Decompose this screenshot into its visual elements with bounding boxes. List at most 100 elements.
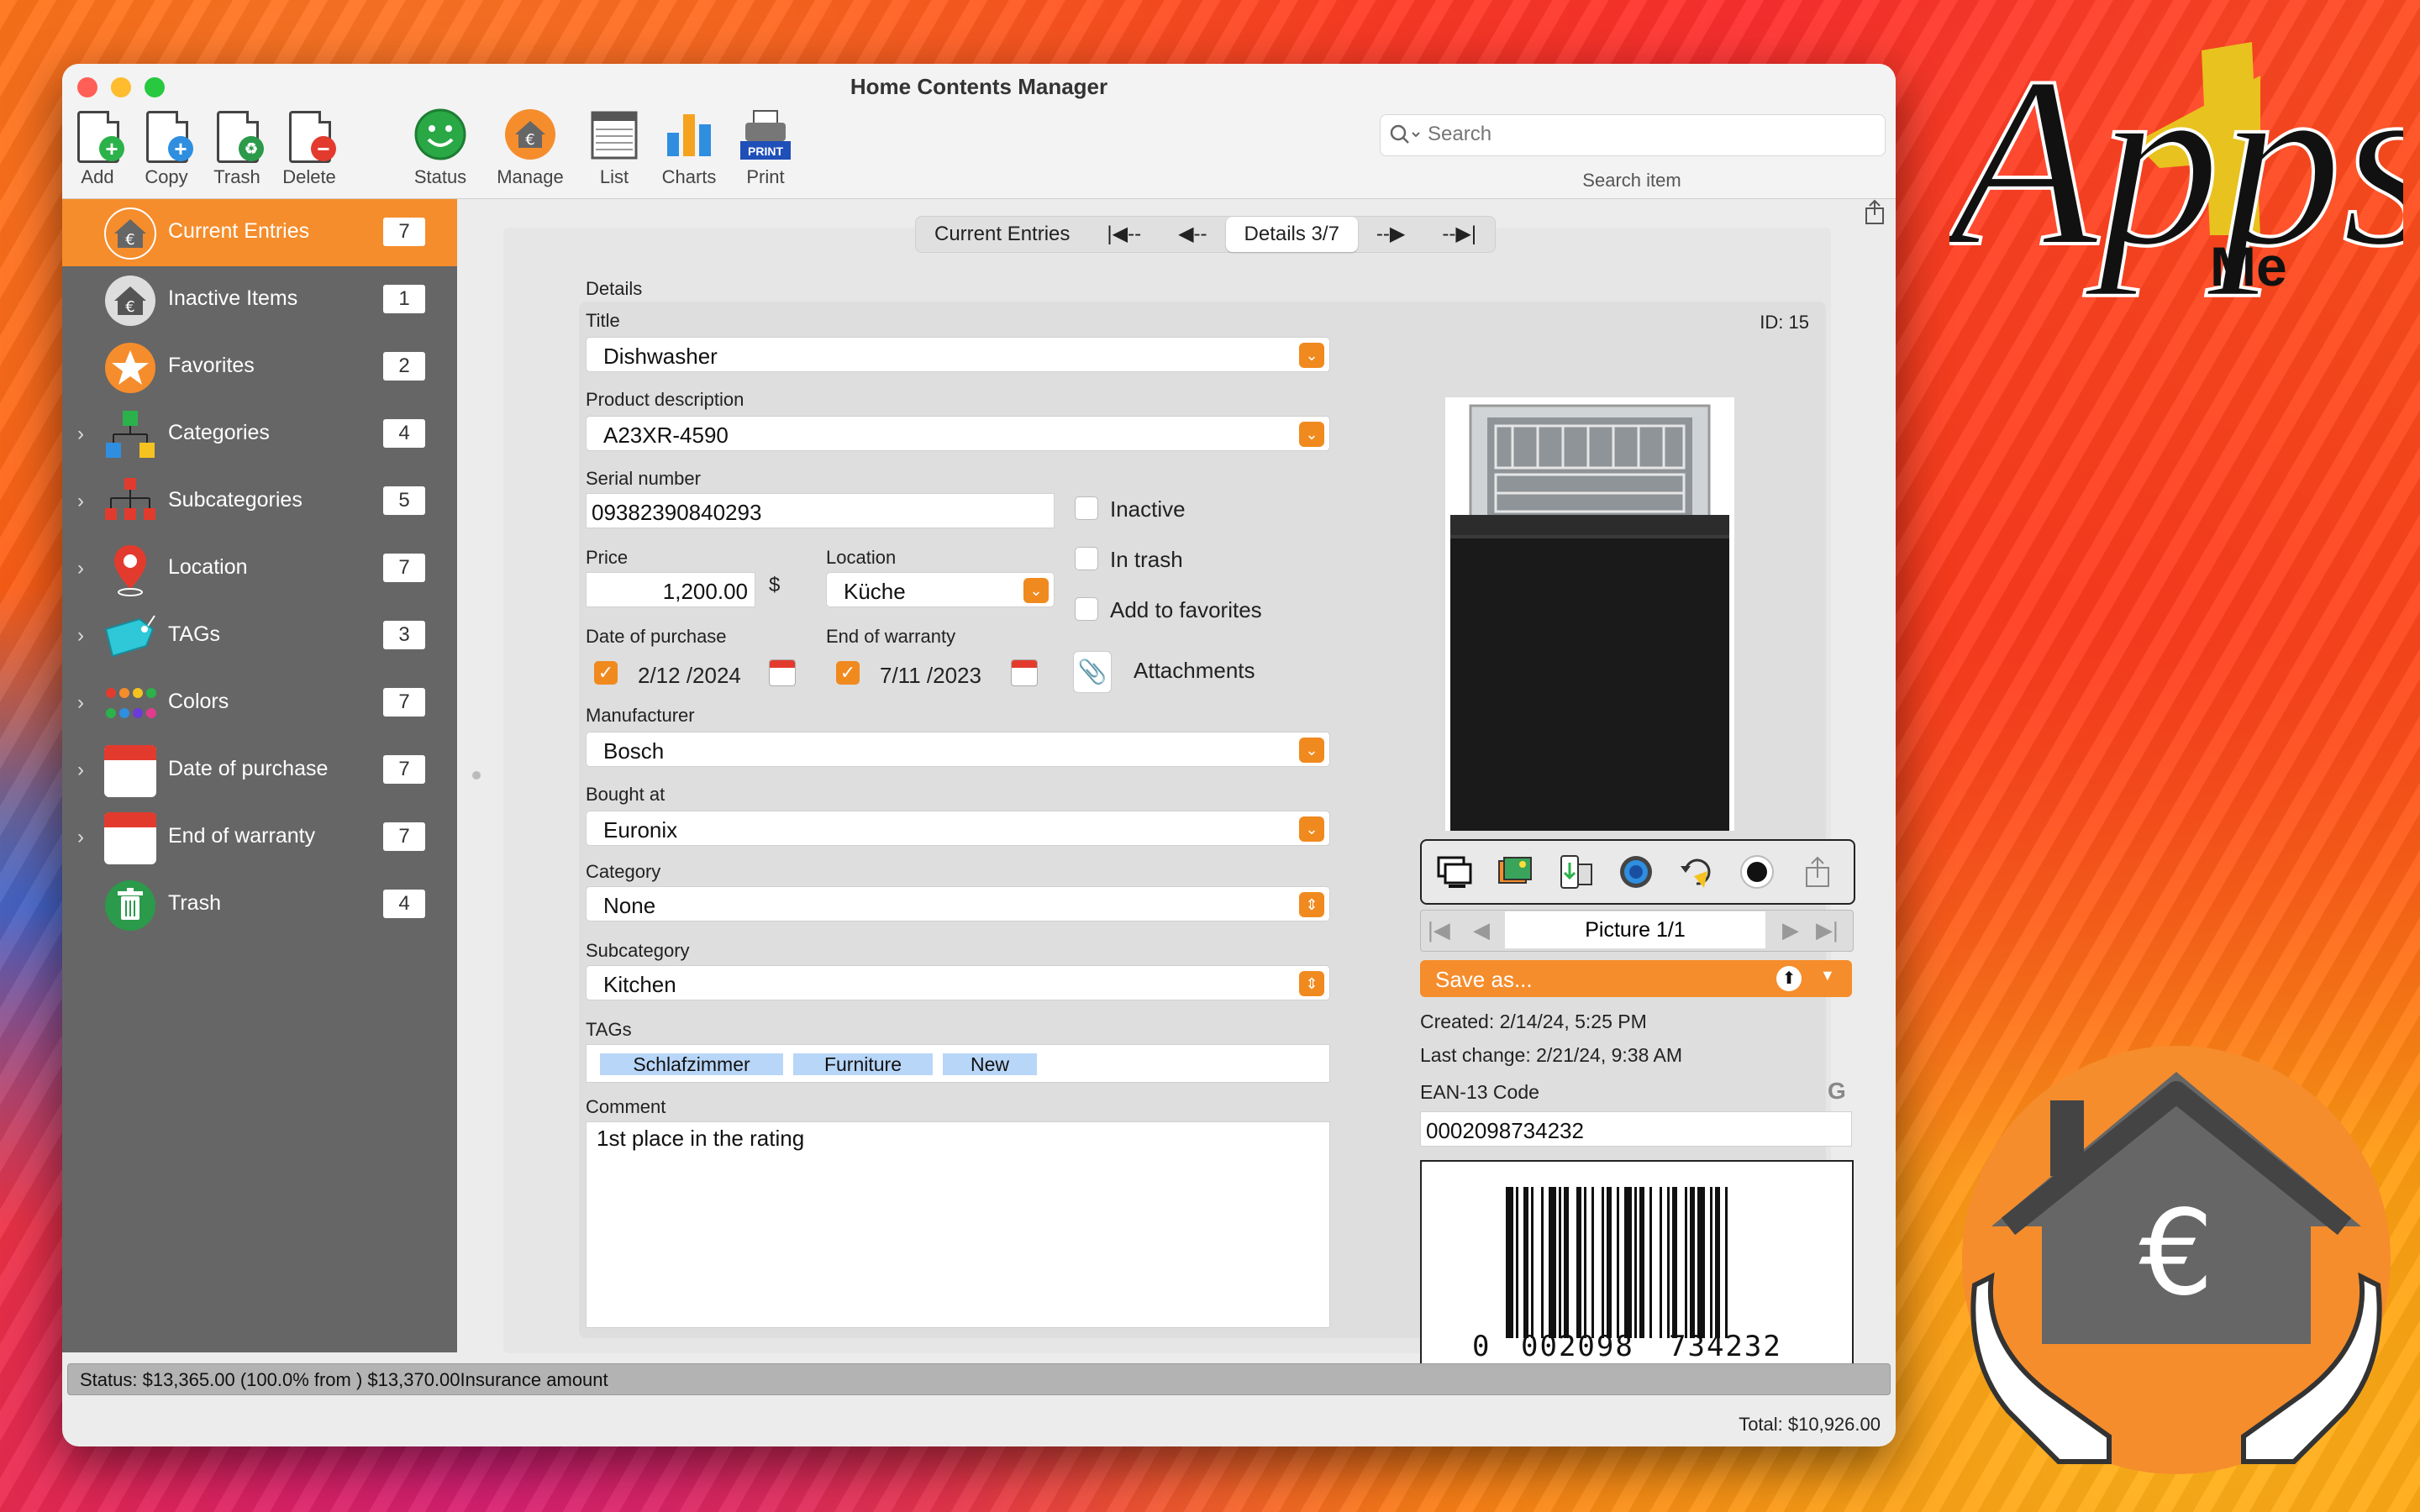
up-down-chevron-icon[interactable]: ⇕ [1299,971,1324,996]
inactive-checkbox[interactable] [1075,496,1098,520]
barcode-digits-left: 002098 [1521,1330,1634,1363]
ean-label: EAN-13 Code [1420,1081,1539,1103]
chevron-right-icon[interactable]: › [77,624,84,648]
chevron-right-icon[interactable]: › [77,691,84,715]
in-trash-checkbox[interactable] [1075,547,1098,570]
purchase-date-checkbox[interactable]: ✓ [594,661,618,685]
chevron-down-icon[interactable]: ⌄ [1299,738,1324,763]
subcategory-select[interactable]: Kitchen ⇕ [586,965,1330,1000]
chevron-right-icon[interactable]: › [77,759,84,782]
sidebar-item-categories[interactable]: › Categories 4 [62,401,457,468]
title-field[interactable]: Dishwasher ⌄ [586,337,1330,372]
rotate-icon[interactable] [1679,854,1714,890]
created-date: Created: 2/14/24, 5:25 PM [1420,1011,1647,1032]
sidebar-item-date-of-purchase[interactable]: › Date of purchase 7 [62,737,457,804]
trash-bin-icon [105,880,155,931]
sidebar-item-trash[interactable]: Trash 4 [62,871,457,938]
previous-picture-button[interactable]: ◀ [1473,917,1490,943]
location-select[interactable]: Küche ⌄ [826,572,1055,607]
bought-at-field[interactable]: Euronix ⌄ [586,811,1330,846]
comment-textarea[interactable]: 1st place in the rating [586,1121,1330,1328]
count-badge: 3 [383,621,425,649]
sidebar-item-tags[interactable]: › TAGs 3 [62,602,457,669]
sidebar-item-end-of-warranty[interactable]: › End of warranty 7 [62,804,457,871]
splitter-handle[interactable] [472,771,481,780]
delete-button[interactable]: − Delete [276,108,343,188]
status-button[interactable]: Status [407,108,474,188]
tag-chip[interactable]: Furniture [793,1053,933,1075]
tab-current-entries[interactable]: Current Entries [916,217,1088,252]
app-window: Home Contents Manager + Add + Copy ♻ Tra… [62,64,1896,1446]
trash-button[interactable]: ♻ Trash [207,108,267,188]
record-icon[interactable] [1739,854,1775,890]
share-icon[interactable] [1860,198,1889,227]
copy-button[interactable]: + Copy [136,108,197,188]
svg-text:€: € [525,131,534,149]
share-icon[interactable] [1800,854,1835,890]
tag-chip[interactable]: Schlafzimmer [600,1053,783,1075]
sidebar-item-inactive-items[interactable]: € Inactive Items 1 [62,266,457,333]
search-caption: Search item [1582,170,1681,191]
charts-button[interactable]: Charts [655,108,723,188]
first-record-button[interactable]: |◀-- [1088,217,1160,252]
sidebar-item-current-entries[interactable]: € Current Entries 7 [62,199,457,266]
chevron-down-icon[interactable]: ⌄ [1299,816,1324,842]
ean-code-input[interactable]: 0002098734232 [1420,1111,1852,1147]
calendar-icon[interactable] [769,659,796,686]
camera-lens-icon[interactable] [1618,854,1654,890]
serial-number-input[interactable]: 09382390840293 [586,493,1055,528]
add-button[interactable]: + Add [67,108,128,188]
manage-button[interactable]: € Manage [492,108,568,188]
previous-record-button[interactable]: ◀-- [1160,217,1225,252]
tab-details[interactable]: Details 3/7 [1225,217,1358,252]
add-to-favorites-checkbox[interactable] [1075,597,1098,621]
description-field[interactable]: A23XR-4590 ⌄ [586,416,1330,451]
category-select[interactable]: None ⇕ [586,886,1330,921]
next-record-button[interactable]: --▶ [1358,217,1423,252]
barcode: 0 002098 734232 [1420,1160,1854,1389]
chevron-right-icon[interactable]: › [77,557,84,580]
chevron-down-icon[interactable]: ⌄ [1299,343,1324,368]
sidebar-item-colors[interactable]: › Colors 7 [62,669,457,737]
calendar-icon [104,745,156,797]
google-icon[interactable]: G [1828,1078,1846,1105]
sidebar-item-location[interactable]: › Location 7 [62,535,457,602]
window-title: Home Contents Manager [850,74,1108,99]
photos-icon[interactable] [1497,854,1533,890]
chevron-right-icon[interactable]: › [77,423,84,446]
list-button[interactable]: List [583,108,645,188]
manufacturer-field[interactable]: Bosch ⌄ [586,732,1330,767]
search-field[interactable] [1380,114,1886,156]
chevron-right-icon[interactable]: › [77,490,84,513]
record-navigation: Current Entries |◀-- ◀-- Details 3/7 --▶… [915,216,1497,253]
sidebar-item-subcategories[interactable]: › Subcategories 5 [62,468,457,535]
next-picture-button[interactable]: ▶ [1782,917,1799,943]
warranty-date-checkbox[interactable]: ✓ [836,661,860,685]
chevron-down-icon[interactable]: ⌄ [1023,578,1049,603]
chevron-right-icon[interactable]: › [77,826,84,849]
currency-symbol: $ [769,574,781,596]
save-as-button[interactable]: Save as... ⬆ ▼ [1420,960,1852,997]
chevron-down-icon[interactable]: ▼ [1820,967,1835,984]
last-picture-button[interactable]: ▶| [1816,917,1839,943]
screen-capture-icon[interactable] [1437,854,1472,890]
paperclip-icon[interactable]: 📎 [1073,651,1112,693]
sidebar-item-favorites[interactable]: Favorites 2 [62,333,457,401]
tag-chip[interactable]: New [943,1053,1037,1075]
import-from-device-icon[interactable] [1558,854,1593,890]
calendar-icon[interactable] [1011,659,1038,686]
price-input[interactable]: 1,200.00 [586,572,755,607]
barcode-bar [1672,1187,1677,1338]
chevron-down-icon[interactable]: ⌄ [1299,422,1324,447]
tags-field[interactable]: Schlafzimmer Furniture New [586,1044,1330,1083]
search-input[interactable] [1426,122,1866,147]
upload-icon: ⬆ [1776,966,1802,991]
up-down-chevron-icon[interactable]: ⇕ [1299,892,1324,917]
warranty-date-field[interactable]: 7/11 /2023 [880,663,981,689]
purchase-date-field[interactable]: 2/12 /2024 [638,663,741,689]
first-picture-button[interactable]: |◀ [1428,917,1450,943]
last-record-button[interactable]: --▶| [1423,217,1495,252]
description-label: Product description [586,389,744,410]
count-badge: 7 [383,755,425,784]
print-button[interactable]: PRINT Print [734,108,797,188]
